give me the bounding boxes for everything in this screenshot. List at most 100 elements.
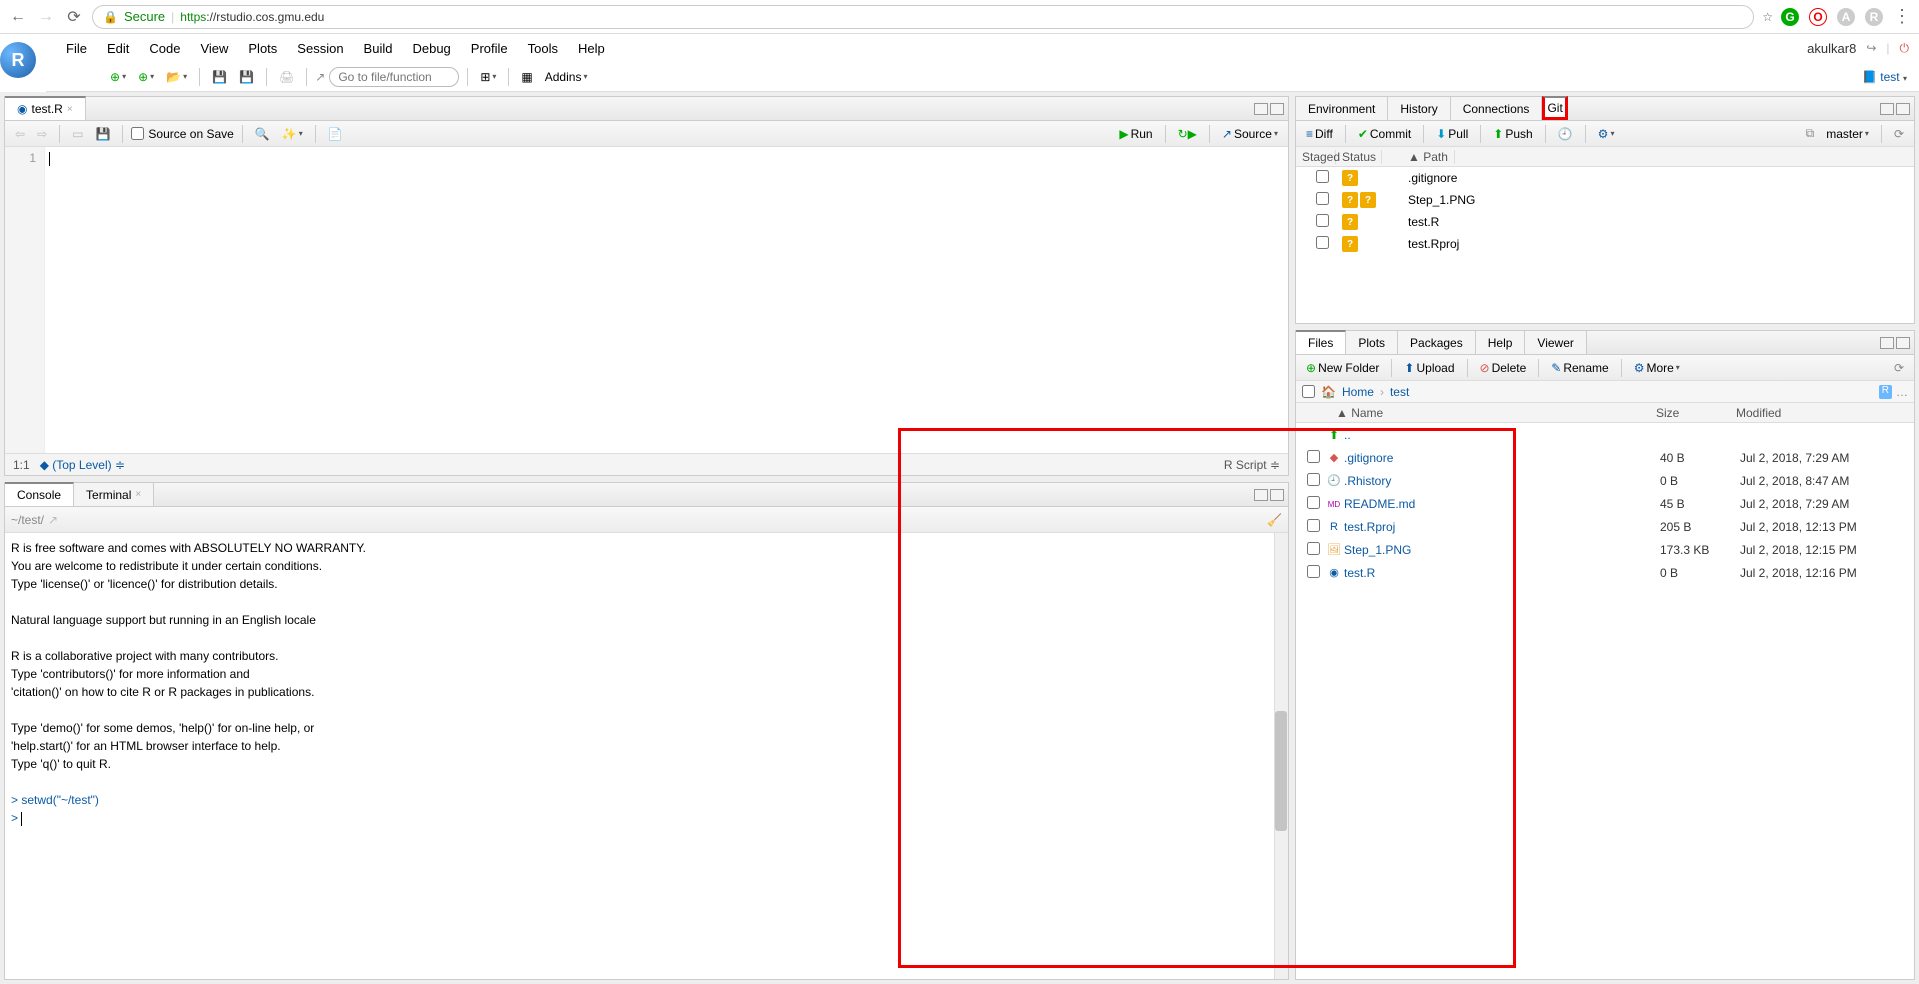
tab-git[interactable]: Git <box>1542 96 1567 120</box>
power-icon[interactable]: ⏻ <box>1900 41 1910 56</box>
file-checkbox[interactable] <box>1307 542 1320 555</box>
goto-input[interactable] <box>329 67 459 87</box>
minimize-icon[interactable] <box>1880 103 1894 115</box>
minimize-icon[interactable] <box>1254 103 1268 115</box>
wand-icon[interactable]: ✨▾ <box>278 125 307 143</box>
rproj-icon[interactable]: R <box>1879 385 1892 399</box>
star-icon[interactable]: ☆ <box>1762 10 1773 24</box>
branch-icon[interactable]: ⧉ <box>1802 124 1819 143</box>
menu-code[interactable]: Code <box>139 37 190 60</box>
refresh-icon[interactable]: ⟳ <box>1890 359 1908 377</box>
forward-button[interactable]: → <box>36 7 56 27</box>
menu-view[interactable]: View <box>190 37 238 60</box>
file-name[interactable]: test.Rproj <box>1344 520 1660 534</box>
file-row[interactable]: MDREADME.md45 BJul 2, 2018, 7:29 AM <box>1296 492 1914 515</box>
reload-button[interactable]: ⟳ <box>64 7 84 27</box>
working-dir[interactable]: ~/test/ <box>11 513 44 527</box>
back-icon[interactable]: ⇦ <box>11 125 29 143</box>
delete-button[interactable]: ⊘ Delete <box>1476 359 1531 377</box>
tab-connections[interactable]: Connections <box>1451 97 1543 120</box>
editor-tab[interactable]: ◉ test.R × <box>5 96 86 120</box>
scrollbar[interactable] <box>1274 533 1288 979</box>
save-icon[interactable]: 💾 <box>91 125 114 143</box>
maximize-icon[interactable] <box>1270 103 1284 115</box>
menu-plots[interactable]: Plots <box>238 37 287 60</box>
file-name[interactable]: .Rhistory <box>1344 474 1660 488</box>
select-all-checkbox[interactable] <box>1302 385 1315 398</box>
console-output[interactable]: R is free software and comes with ABSOLU… <box>5 533 1288 979</box>
menu-build[interactable]: Build <box>354 37 403 60</box>
breadcrumb-path[interactable]: test <box>1390 385 1409 399</box>
file-checkbox[interactable] <box>1307 450 1320 463</box>
commit-button[interactable]: ✔ Commit <box>1354 125 1415 143</box>
addins-button[interactable]: Addins ▾ <box>541 68 592 86</box>
tab-viewer[interactable]: Viewer <box>1525 331 1586 354</box>
project-menu[interactable]: 📘 test ▾ <box>1862 70 1907 84</box>
menu-session[interactable]: Session <box>287 37 353 60</box>
stage-checkbox[interactable] <box>1316 236 1329 249</box>
gear-icon[interactable]: ⚙ ▾ <box>1594 125 1619 143</box>
menu-debug[interactable]: Debug <box>402 37 460 60</box>
col-name[interactable]: ▲ Name <box>1296 406 1656 420</box>
breadcrumb-home[interactable]: Home <box>1342 385 1374 399</box>
file-row[interactable]: 🕘.Rhistory0 BJul 2, 2018, 8:47 AM <box>1296 469 1914 492</box>
menu-tools[interactable]: Tools <box>518 37 568 60</box>
col-path[interactable]: ▲ Path <box>1402 150 1455 164</box>
search-icon[interactable]: 🔍 <box>251 125 274 143</box>
save-all-button[interactable]: 💾 <box>235 68 258 86</box>
menu-profile[interactable]: Profile <box>461 37 518 60</box>
show-in-new-icon[interactable]: ▭ <box>68 125 87 143</box>
clear-console-icon[interactable]: 🧹 <box>1267 513 1282 527</box>
file-row[interactable]: ◉test.R0 BJul 2, 2018, 12:16 PM <box>1296 561 1914 584</box>
new-folder-button[interactable]: ⊕ New Folder <box>1302 359 1383 377</box>
extension-icon[interactable]: G <box>1781 8 1799 26</box>
save-button[interactable]: 💾 <box>208 68 231 86</box>
signout-icon[interactable]: ↪ <box>1866 41 1876 55</box>
file-checkbox[interactable] <box>1307 496 1320 509</box>
source-on-save-checkbox[interactable] <box>131 127 144 140</box>
col-staged[interactable]: Staged <box>1296 150 1336 164</box>
home-icon[interactable]: 🏠 <box>1321 385 1336 399</box>
menu-help[interactable]: Help <box>568 37 615 60</box>
more-icon[interactable]: … <box>1896 385 1908 399</box>
tab-environment[interactable]: Environment <box>1296 97 1388 120</box>
back-button[interactable]: ← <box>8 7 28 27</box>
file-checkbox[interactable] <box>1307 565 1320 578</box>
tab-packages[interactable]: Packages <box>1398 331 1476 354</box>
grid-button[interactable]: ▦ <box>517 68 536 86</box>
col-modified[interactable]: Modified <box>1736 406 1781 420</box>
menu-file[interactable]: File <box>56 37 97 60</box>
tab-files[interactable]: Files <box>1296 330 1346 354</box>
minimize-icon[interactable] <box>1880 337 1894 349</box>
file-name[interactable]: .gitignore <box>1344 451 1660 465</box>
address-bar[interactable]: 🔒 Secure | https://rstudio.cos.gmu.edu <box>92 5 1754 29</box>
file-checkbox[interactable] <box>1307 473 1320 486</box>
col-size[interactable]: Size <box>1656 406 1736 420</box>
close-icon[interactable]: × <box>67 104 73 115</box>
tab-plots[interactable]: Plots <box>1346 331 1398 354</box>
extension-icon[interactable]: R <box>1865 8 1883 26</box>
file-name[interactable]: Step_1.PNG <box>1344 543 1660 557</box>
maximize-icon[interactable] <box>1270 489 1284 501</box>
stage-checkbox[interactable] <box>1316 170 1329 183</box>
menu-icon[interactable]: ⋮ <box>1893 6 1911 27</box>
forward-icon[interactable]: ⇨ <box>33 125 51 143</box>
terminal-tab[interactable]: Terminal × <box>74 483 154 506</box>
file-name[interactable]: test.R <box>1344 566 1660 580</box>
file-name[interactable]: README.md <box>1344 497 1660 511</box>
pull-button[interactable]: ⬇ Pull <box>1432 125 1472 143</box>
git-row[interactable]: ?test.R <box>1296 211 1914 233</box>
print-button[interactable]: 🖨 <box>275 68 298 86</box>
code-editor[interactable]: 1 <box>5 147 1288 453</box>
tab-history[interactable]: History <box>1388 97 1450 120</box>
stage-checkbox[interactable] <box>1316 192 1329 205</box>
report-icon[interactable]: 📄 <box>324 125 347 143</box>
wd-browse-icon[interactable]: ↗ <box>48 513 58 527</box>
new-file-button[interactable]: ⊕▾ <box>106 68 130 86</box>
extension-icon[interactable]: O <box>1809 8 1827 26</box>
branch-selector[interactable]: master ▾ <box>1822 125 1873 143</box>
file-row[interactable]: 🖼Step_1.PNG173.3 KBJul 2, 2018, 12:15 PM <box>1296 538 1914 561</box>
git-row[interactable]: ?.gitignore <box>1296 167 1914 189</box>
parent-dir-row[interactable]: ⬆ .. <box>1296 423 1914 446</box>
history-icon[interactable]: 🕘 <box>1554 125 1577 143</box>
